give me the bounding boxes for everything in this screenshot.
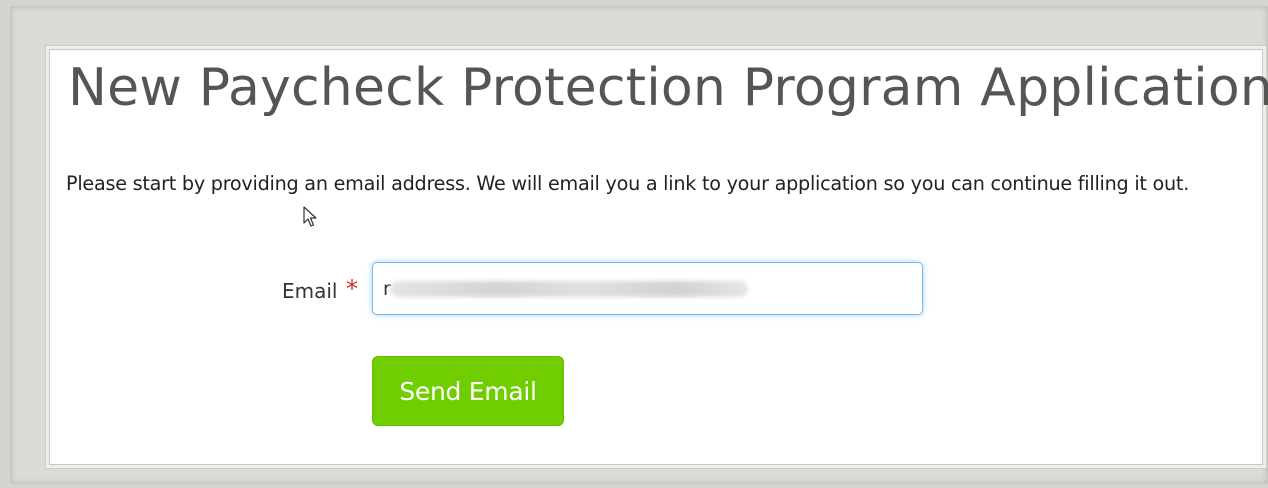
mouse-pointer-icon	[303, 206, 317, 227]
window-frame: New Paycheck Protection Program Applicat…	[10, 6, 1268, 484]
email-label: Email	[282, 279, 338, 303]
intro-text: Please start by providing an email addre…	[66, 172, 1190, 195]
page-title: New Paycheck Protection Program Applicat…	[68, 58, 1268, 118]
required-marker: *	[346, 275, 358, 303]
redacted-email-blur	[390, 281, 748, 297]
email-field-row: Email *	[50, 262, 1262, 316]
application-panel: New Paycheck Protection Program Applicat…	[49, 49, 1268, 465]
send-email-button[interactable]: Send Email	[372, 356, 564, 426]
